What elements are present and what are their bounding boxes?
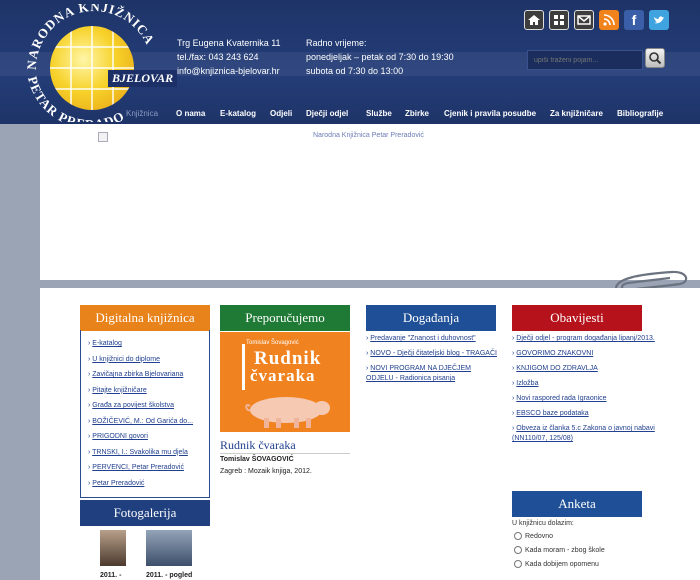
logo-arc-top: NARODNA KNJIŽNICA bbox=[24, 4, 157, 70]
list-item[interactable]: › EBSCO baze podataka bbox=[512, 409, 660, 419]
list-item[interactable]: › U knjižnici do diplome bbox=[88, 352, 193, 368]
nav-item-za-knjiznicare[interactable]: Za knjižničare bbox=[550, 109, 603, 118]
twitter-icon[interactable] bbox=[649, 10, 669, 30]
cover-title: čvaraka bbox=[250, 366, 316, 385]
list-item[interactable]: › Dječji odjel - program događanja lipan… bbox=[512, 334, 660, 344]
events-header: Događanja bbox=[366, 305, 496, 331]
book-author: Tomislav ŠOVAGOVIĆ bbox=[220, 456, 294, 463]
contact-info: Trg Eugena Kvaternika 11 tel./fax: 043 2… bbox=[177, 36, 281, 78]
gallery-caption[interactable]: 2011. - pogled bbox=[146, 572, 192, 579]
nav-item-zbirke[interactable]: Zbirke bbox=[405, 109, 429, 118]
digital-library-header: Digitalna knjižnica bbox=[80, 305, 210, 331]
nav-item-odjeli[interactable]: Odjeli bbox=[270, 109, 292, 118]
banner-area: Narodna Knjižnica Petar Preradović bbox=[40, 124, 700, 284]
svg-text:NARODNA KNJIŽNICA: NARODNA KNJIŽNICA bbox=[24, 4, 158, 70]
nav-item-cjenik[interactable]: Cjenik i pravila posudbe bbox=[444, 109, 536, 118]
nav-item-bibliografije[interactable]: Bibliografije bbox=[617, 109, 663, 118]
events-list: › Predavanje "Znanost i duhovnost" › NOV… bbox=[366, 334, 498, 384]
poll-option-radio[interactable]: Kada dobijem opomenu bbox=[514, 560, 599, 568]
search-icon bbox=[649, 52, 662, 65]
list-item[interactable]: › Izložba bbox=[512, 379, 660, 389]
recommend-header: Preporučujemo bbox=[220, 305, 350, 331]
gallery-thumbnail[interactable] bbox=[100, 530, 126, 566]
home-icon[interactable] bbox=[524, 10, 544, 30]
site-header: NARODNA KNJIŽNICA PETAR PRERADOVIĆ BJELO… bbox=[0, 0, 700, 124]
sitemap-icon[interactable] bbox=[549, 10, 569, 30]
list-item[interactable]: › PERVENCI, Petar Preradović bbox=[88, 460, 193, 476]
gallery-header: Fotogalerija bbox=[80, 500, 210, 526]
poll-option-radio[interactable]: Kada moram - zbog škole bbox=[514, 546, 605, 554]
list-item[interactable]: › KNJIGOM DO ZDRAVLJA bbox=[512, 364, 660, 374]
opening-hours: Radno vrijeme: ponedjeljak – petak od 7:… bbox=[306, 36, 454, 78]
list-item[interactable]: › Zavičajna zbirka Bjelovariana bbox=[88, 367, 193, 383]
list-item[interactable]: › Novi raspored rada Igraonice bbox=[512, 394, 660, 404]
list-item[interactable]: › BOŽIČEVIĆ, M.: Od Garića do... bbox=[88, 414, 193, 430]
list-item[interactable]: › Građa za povijest školstva bbox=[88, 398, 193, 414]
nav-item-djecji-odjel[interactable]: Dječji odjel bbox=[306, 109, 348, 118]
nav-item-o-nama[interactable]: O nama bbox=[176, 109, 205, 118]
search-input[interactable] bbox=[527, 50, 643, 70]
poll-question: U knjižnicu dolazim: bbox=[512, 520, 574, 527]
notices-header: Obavijesti bbox=[512, 305, 642, 331]
rss-icon[interactable] bbox=[599, 10, 619, 30]
list-item[interactable]: › PRIGODNI govori bbox=[88, 429, 193, 445]
hours-saturday: subota od 7:30 do 13:00 bbox=[306, 66, 404, 76]
gallery-caption[interactable]: 2011. - bbox=[100, 572, 121, 579]
list-item[interactable]: › Petar Preradović bbox=[88, 476, 193, 492]
list-item[interactable]: › GOVORIMO ZNAKOVNI bbox=[512, 349, 660, 359]
gallery-thumbnail[interactable] bbox=[146, 530, 192, 566]
hours-title: Radno vrijeme: bbox=[306, 38, 367, 48]
list-item[interactable]: › NOVO - Dječji čitateljski blog - TRAGA… bbox=[366, 349, 498, 359]
list-item[interactable]: › Obveza iz članka 5.c Zakona o javnoj n… bbox=[512, 424, 660, 444]
list-item[interactable]: › Pitajte knjižničare bbox=[88, 383, 193, 399]
list-item[interactable]: › E-katalog bbox=[88, 336, 193, 352]
broken-image-icon bbox=[98, 132, 108, 142]
list-item[interactable]: › NOVI PROGRAM NA DJEČJEM ODJELU - Radio… bbox=[366, 364, 498, 384]
nav-item-knjiznica[interactable]: Knjižnica bbox=[126, 109, 158, 118]
poll-option-radio[interactable]: Redovno bbox=[514, 532, 553, 540]
digital-library-list: › E-katalog › U knjižnici do diplome › Z… bbox=[88, 336, 193, 491]
facebook-icon[interactable]: f bbox=[624, 10, 644, 30]
pig-icon bbox=[245, 397, 330, 428]
poll-header: Anketa bbox=[512, 491, 642, 517]
list-item[interactable]: › Predavanje "Znanost i duhovnost" bbox=[366, 334, 498, 344]
book-publisher: Zagreb : Mozaik knjiga, 2012. bbox=[220, 468, 312, 475]
cover-author: Tomislav Šovagović bbox=[246, 340, 299, 346]
email-link[interactable]: info@knjiznica-bjelovar.hr bbox=[177, 64, 281, 78]
mail-icon[interactable] bbox=[574, 10, 594, 30]
banner-alt-text: Narodna Knjižnica Petar Preradović bbox=[313, 132, 424, 139]
search-button[interactable] bbox=[645, 48, 665, 68]
hours-weekdays: ponedjeljak – petak od 7:30 do 19:30 bbox=[306, 52, 454, 62]
book-title-link[interactable]: Rudnik čvaraka bbox=[220, 438, 296, 453]
logo-city: BJELOVAR bbox=[108, 70, 178, 87]
main-content: Digitalna knjižnica › E-katalog › U knji… bbox=[40, 288, 700, 580]
notices-list: › Dječji odjel - program događanja lipan… bbox=[512, 334, 660, 444]
book-cover[interactable]: Tomislav Šovagović Rudnik čvaraka bbox=[220, 332, 350, 432]
phone-text: tel./fax: 043 243 624 bbox=[177, 52, 259, 62]
address-text: Trg Eugena Kvaternika 11 bbox=[177, 38, 281, 48]
nav-item-e-katalog[interactable]: E-katalog bbox=[220, 109, 256, 118]
main-nav: Knjižnica O nama E-katalog Odjeli Dječji… bbox=[0, 104, 700, 124]
list-item[interactable]: › TRNSKI, I.: Svakolika mu djela bbox=[88, 445, 193, 461]
nav-item-sluzbe[interactable]: Službe bbox=[366, 109, 392, 118]
